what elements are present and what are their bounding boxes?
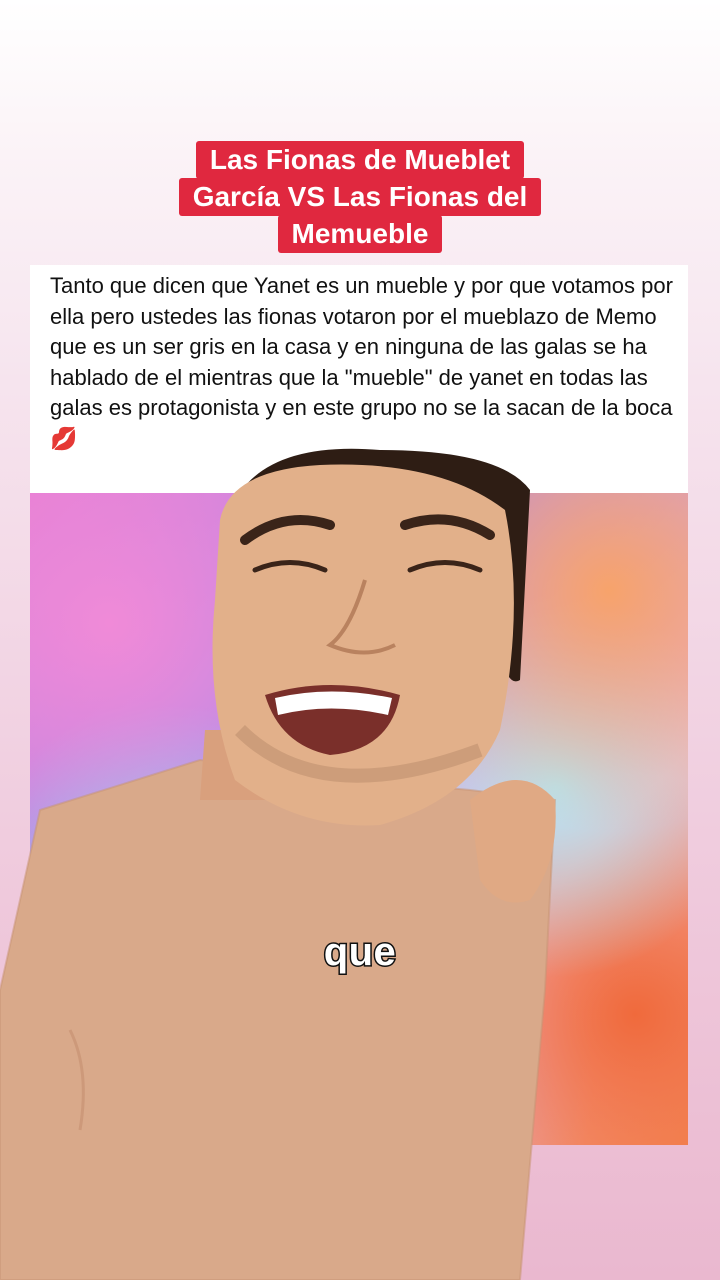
title-line-1: Las Fionas de Mueblet	[195, 141, 525, 179]
subtitle-caption: que	[322, 929, 397, 976]
title-line-3: Memueble	[277, 215, 443, 253]
post-text: Tanto que dicen que Yanet es un mueble y…	[50, 273, 673, 451]
title-line-2: García VS Las Fionas del	[178, 178, 542, 216]
title-banner: Las Fionas de Mueblet García VS Las Fion…	[0, 141, 720, 253]
person-cutout	[0, 430, 720, 1280]
